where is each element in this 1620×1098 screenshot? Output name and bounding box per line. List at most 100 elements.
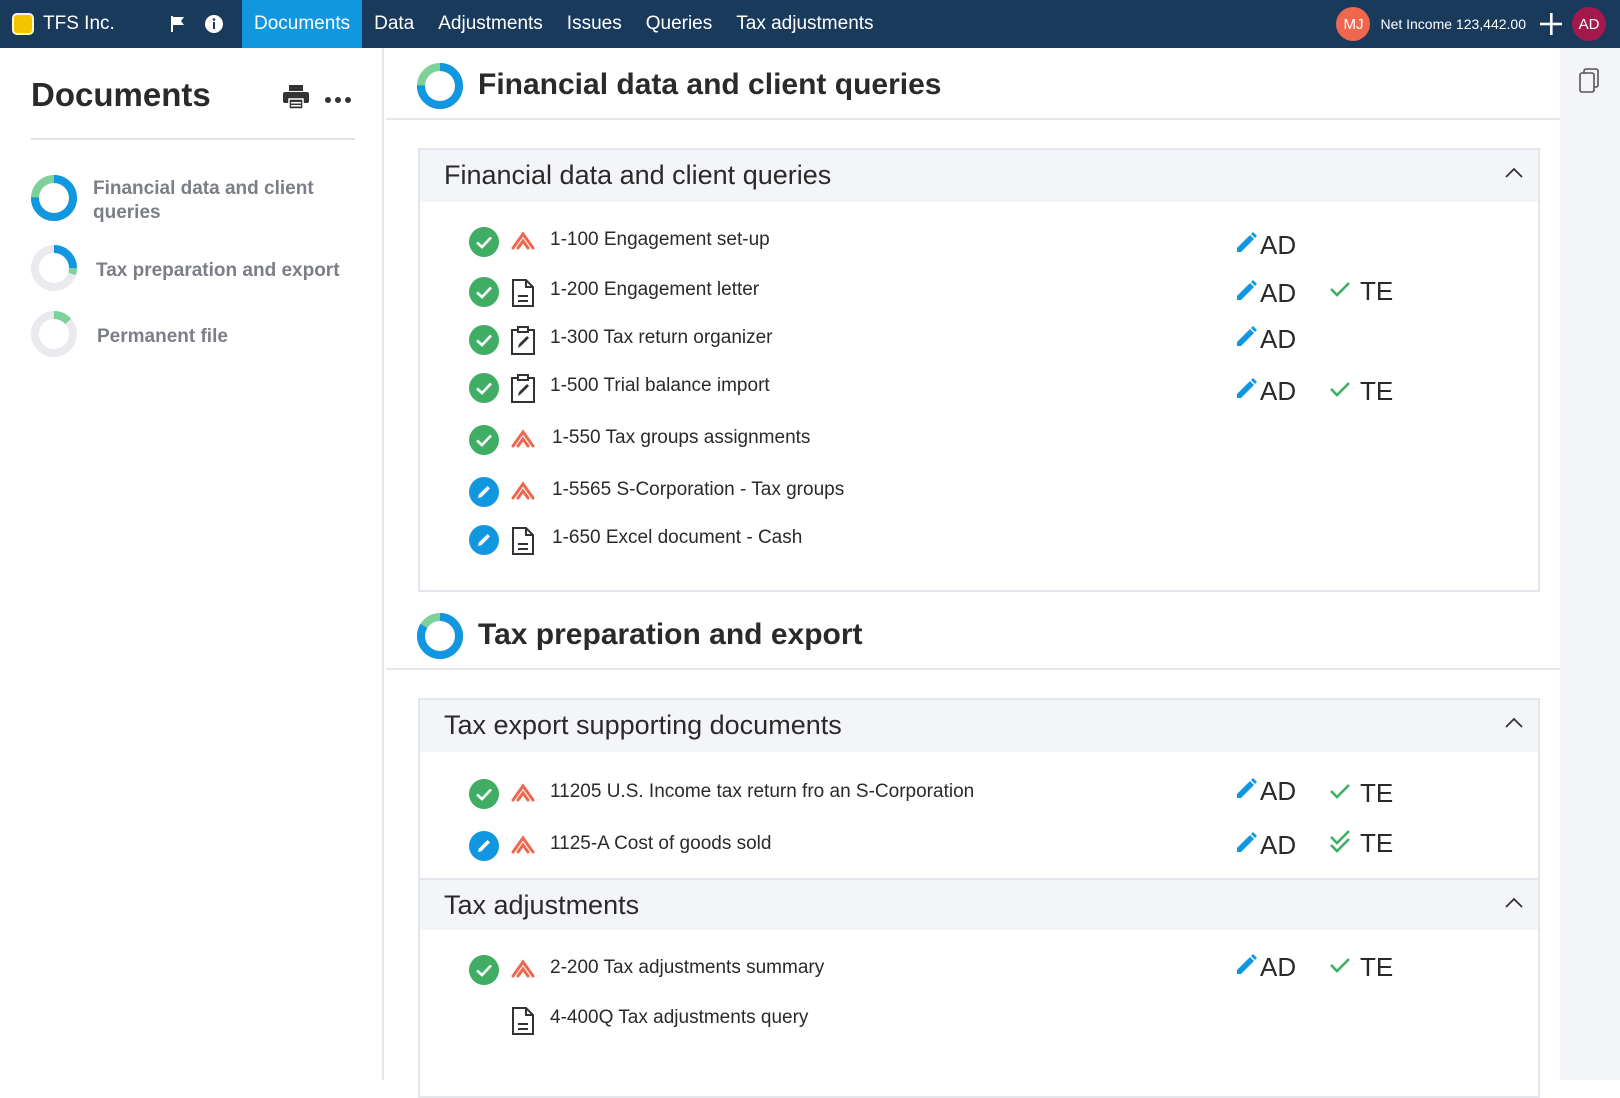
signoff-initials: AD bbox=[1260, 830, 1297, 860]
signoff-initials: AD bbox=[1260, 776, 1297, 806]
group-title: Tax adjustments bbox=[444, 890, 640, 920]
double-check-icon bbox=[1328, 828, 1352, 859]
company-switcher[interactable]: TFS Inc. bbox=[0, 0, 160, 48]
pencil-icon bbox=[1234, 377, 1258, 406]
top-right-area: MJ Net Income 123,442.00 AD bbox=[1336, 0, 1606, 48]
signoff-reviewer[interactable]: TE bbox=[1328, 952, 1393, 983]
query-icon bbox=[510, 956, 536, 987]
signoff-initials: AD bbox=[1260, 952, 1297, 982]
chevron-up-icon[interactable] bbox=[1504, 716, 1524, 734]
add-icon[interactable] bbox=[1536, 9, 1566, 39]
signoff-reviewer[interactable]: TE bbox=[1328, 276, 1393, 307]
document-row[interactable]: 1-500 Trial balance import AD TE bbox=[468, 370, 1528, 407]
sidebar-title: Documents bbox=[31, 76, 211, 113]
progress-donut-icon bbox=[30, 310, 78, 363]
progress-donut-icon bbox=[416, 62, 464, 115]
check-icon bbox=[1328, 278, 1352, 305]
chevron-up-icon[interactable] bbox=[1504, 166, 1524, 184]
pencil-icon bbox=[1234, 953, 1258, 982]
signoff-preparer[interactable]: AD bbox=[1234, 278, 1296, 309]
document-title[interactable]: 1-200 Engagement letter bbox=[550, 279, 759, 301]
document-group-card: Financial data and client queries 1-100 … bbox=[418, 148, 1540, 592]
more-options-icon[interactable] bbox=[324, 91, 352, 109]
top-bar: TFS Inc. Documents Data Adjustments Issu… bbox=[0, 0, 1620, 48]
complete-check-icon bbox=[468, 372, 500, 409]
group-header[interactable]: Financial data and client queries bbox=[420, 150, 1538, 202]
signoff-initials: AD bbox=[1260, 324, 1297, 354]
document-title[interactable]: 1-100 Engagement set-up bbox=[550, 229, 770, 251]
document-title[interactable]: 1-5565 S-Corporation - Tax groups bbox=[552, 479, 844, 501]
in-progress-edit-icon bbox=[468, 830, 500, 867]
pencil-icon bbox=[1234, 831, 1258, 860]
right-rail bbox=[1560, 48, 1620, 1080]
query-icon bbox=[510, 780, 536, 811]
signoff-reviewer[interactable]: TE bbox=[1328, 778, 1393, 809]
signoff-reviewer[interactable]: TE bbox=[1328, 376, 1393, 407]
signoff-preparer[interactable]: AD bbox=[1234, 324, 1296, 355]
sidebar-actions bbox=[282, 84, 352, 115]
signoff-preparer[interactable]: AD bbox=[1234, 830, 1296, 861]
document-row[interactable]: 1-5565 S-Corporation - Tax groups bbox=[468, 474, 1528, 508]
document-row[interactable]: 1-650 Excel document - Cash bbox=[468, 522, 1528, 556]
document-title[interactable]: 2-200 Tax adjustments summary bbox=[550, 957, 824, 979]
tab-tax-adjustments[interactable]: Tax adjustments bbox=[724, 0, 885, 48]
document-title[interactable]: 4-400Q Tax adjustments query bbox=[550, 1007, 808, 1029]
documents-sidebar: Documents Financial data and client quer… bbox=[0, 48, 384, 1080]
info-icon[interactable] bbox=[196, 0, 232, 48]
check-icon bbox=[1328, 954, 1352, 981]
signoff-initials: TE bbox=[1360, 778, 1394, 808]
signoff-initials: AD bbox=[1260, 376, 1297, 406]
avatar-user[interactable]: AD bbox=[1572, 7, 1606, 41]
sidebar-divider bbox=[31, 138, 355, 140]
group-title: Financial data and client queries bbox=[444, 160, 832, 190]
document-row[interactable]: 1-300 Tax return organizer AD bbox=[468, 322, 1528, 356]
tab-data[interactable]: Data bbox=[362, 0, 426, 48]
document-row[interactable]: 4-400Q Tax adjustments query bbox=[468, 1002, 1528, 1036]
signoff-preparer[interactable]: AD bbox=[1234, 776, 1296, 807]
progress-donut-icon bbox=[416, 612, 464, 665]
signoff-initials: TE bbox=[1360, 276, 1394, 306]
document-title[interactable]: 1-500 Trial balance import bbox=[550, 375, 770, 397]
net-income: Net Income 123,442.00 bbox=[1380, 16, 1526, 32]
document-title[interactable]: 1-300 Tax return organizer bbox=[550, 327, 773, 349]
tab-issues[interactable]: Issues bbox=[555, 0, 634, 48]
document-row[interactable]: 1-100 Engagement set-up AD bbox=[468, 224, 1528, 261]
document-row[interactable]: 1-550 Tax groups assignments bbox=[468, 422, 1528, 456]
tab-queries[interactable]: Queries bbox=[634, 0, 725, 48]
sidebar-item-permanent-file[interactable]: Permanent file bbox=[30, 310, 228, 363]
signoff-initials: TE bbox=[1360, 828, 1394, 858]
document-title[interactable]: 1-650 Excel document - Cash bbox=[552, 527, 802, 549]
query-icon bbox=[510, 478, 536, 509]
flag-icon[interactable] bbox=[160, 0, 196, 48]
check-icon bbox=[1328, 378, 1352, 405]
form-edit-icon bbox=[510, 374, 536, 409]
tab-adjustments[interactable]: Adjustments bbox=[426, 0, 555, 48]
pencil-icon bbox=[1234, 231, 1258, 260]
chevron-up-icon[interactable] bbox=[1504, 896, 1524, 914]
copy-icon[interactable] bbox=[1578, 68, 1600, 99]
tab-documents[interactable]: Documents bbox=[242, 0, 363, 48]
document-title[interactable]: 11205 U.S. Income tax return fro an S-Co… bbox=[550, 781, 974, 803]
print-icon[interactable] bbox=[282, 84, 310, 115]
signoff-preparer[interactable]: AD bbox=[1234, 952, 1296, 983]
document-title[interactable]: 1-550 Tax groups assignments bbox=[552, 427, 810, 449]
document-row[interactable]: 11205 U.S. Income tax return fro an S-Co… bbox=[468, 776, 1528, 810]
query-icon bbox=[510, 228, 536, 259]
group-title: Tax export supporting documents bbox=[444, 710, 842, 740]
signoff-reviewer[interactable]: TE bbox=[1328, 828, 1393, 859]
signoff-preparer[interactable]: AD bbox=[1234, 230, 1296, 261]
document-row[interactable]: 1-200 Engagement letter AD TE bbox=[468, 274, 1528, 308]
document-title[interactable]: 1125-A Cost of goods sold bbox=[550, 833, 771, 855]
progress-donut-icon bbox=[30, 174, 78, 227]
sidebar-item-tax-preparation[interactable]: Tax preparation and export bbox=[30, 244, 340, 297]
signoff-preparer[interactable]: AD bbox=[1234, 376, 1296, 407]
document-icon bbox=[510, 278, 536, 313]
group-header[interactable]: Tax adjustments bbox=[420, 878, 1538, 930]
complete-check-icon bbox=[468, 954, 500, 991]
sidebar-item-label: Financial data and client queries bbox=[93, 177, 314, 223]
group-header[interactable]: Tax export supporting documents bbox=[420, 700, 1538, 752]
document-row[interactable]: 2-200 Tax adjustments summary AD TE bbox=[468, 952, 1528, 986]
document-row[interactable]: 1125-A Cost of goods sold AD TE bbox=[468, 828, 1528, 862]
sidebar-item-financial-data[interactable]: Financial data and client queries bbox=[30, 174, 333, 227]
avatar-mj[interactable]: MJ bbox=[1336, 7, 1371, 41]
